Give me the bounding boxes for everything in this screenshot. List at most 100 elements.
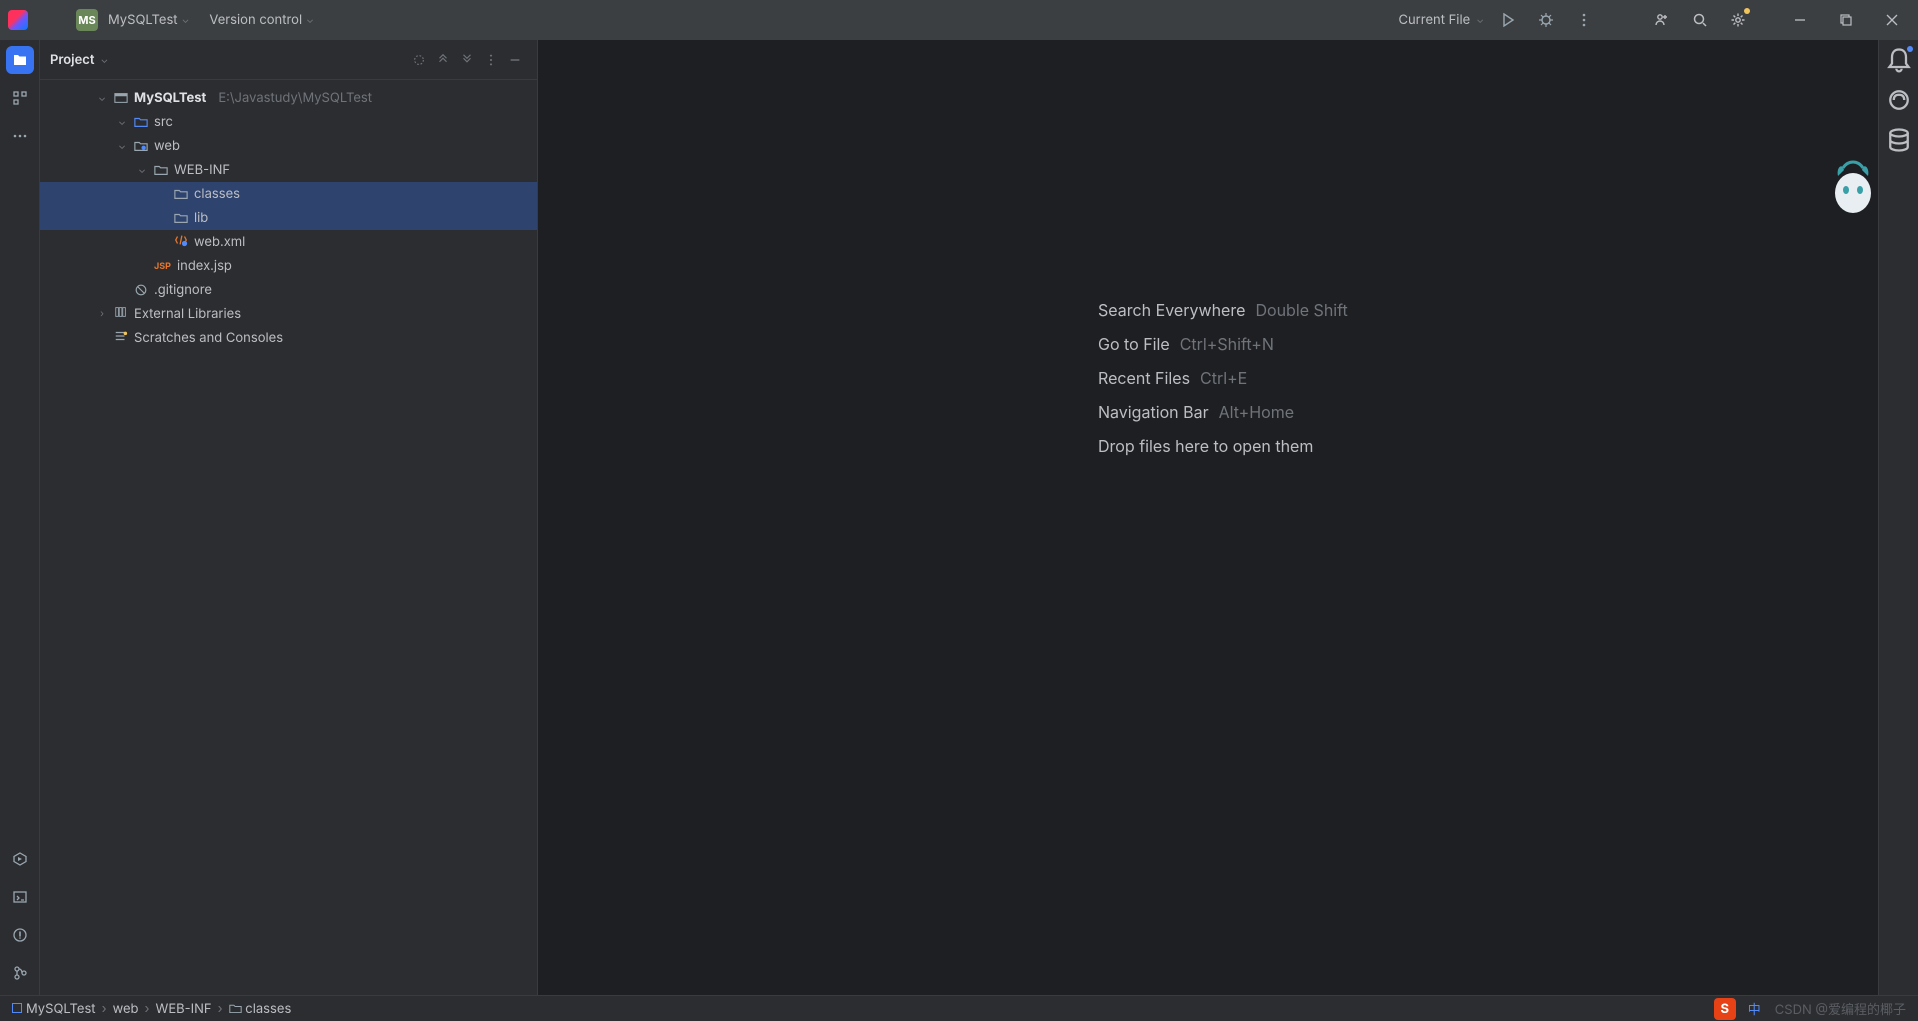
breadcrumb-separator-icon: › (102, 1001, 107, 1017)
hint-shortcut: Ctrl+Shift+N (1180, 334, 1274, 354)
hint-shortcut: Double Shift (1255, 300, 1347, 320)
tree-node-webxml[interactable]: ⌄ web.xml (40, 230, 537, 254)
chevron-down-icon: ⌄ (182, 14, 190, 26)
select-opened-file-button[interactable] (407, 48, 431, 72)
tree-node-classes[interactable]: ⌄ classes (40, 182, 537, 206)
hint-action: Navigation Bar (1098, 402, 1209, 422)
main-menu-button[interactable] (38, 6, 66, 34)
hint-action: Go to File (1098, 334, 1170, 354)
tree-node-gitignore[interactable]: ⌄ .gitignore (40, 278, 537, 302)
vcs-selector[interactable]: Version control ⌄ (209, 12, 314, 28)
library-icon (114, 305, 128, 323)
chevron-down-icon[interactable]: ⌄ (116, 116, 128, 128)
breadcrumb-item[interactable]: web (113, 1001, 139, 1017)
tree-node-external-libs[interactable]: › External Libraries (40, 302, 537, 326)
ai-assistant-button[interactable] (1885, 86, 1913, 114)
chevron-down-icon[interactable]: ⌄ (96, 92, 108, 104)
terminal-tool-button[interactable] (6, 883, 34, 911)
breadcrumb-module[interactable]: MySQLTest (12, 1001, 96, 1017)
tree-node-label: .gitignore (154, 282, 212, 298)
mascot-overlay-icon (1828, 158, 1878, 218)
editor-area[interactable]: Search EverywhereDouble Shift Go to File… (538, 40, 1878, 995)
folder-icon (134, 139, 148, 153)
tree-node-label: web.xml (194, 234, 245, 250)
tree-node-label: MySQLTest (134, 90, 206, 106)
collapse-all-button[interactable] (455, 48, 479, 72)
breadcrumb-item[interactable]: WEB-INF (156, 1001, 212, 1017)
project-panel-title: Project (50, 52, 94, 68)
project-badge-icon: MS (76, 9, 98, 31)
left-tool-strip (0, 40, 40, 995)
run-config-selector[interactable]: Current File ⌄ (1399, 12, 1485, 28)
project-panel-header: Project ⌄ (40, 40, 537, 80)
window-minimize-button[interactable] (1782, 6, 1818, 34)
settings-button[interactable] (1724, 6, 1752, 34)
tree-node-label: Scratches and Consoles (134, 330, 283, 346)
more-tools-button[interactable] (6, 122, 34, 150)
notifications-button[interactable] (1885, 46, 1913, 74)
project-selector[interactable]: MySQLTest ⌄ (108, 12, 189, 28)
hint-shortcut: Ctrl+E (1200, 368, 1247, 388)
window-close-button[interactable] (1874, 6, 1910, 34)
folder-icon (154, 163, 168, 177)
services-tool-button[interactable] (6, 845, 34, 873)
folder-icon (229, 1001, 242, 1017)
welcome-hints: Search EverywhereDouble Shift Go to File… (1098, 300, 1348, 456)
chevron-down-icon: ⌄ (1476, 14, 1484, 26)
breadcrumb-item[interactable]: classes (229, 1001, 292, 1017)
problems-tool-button[interactable] (6, 921, 34, 949)
tree-node-label: classes (194, 186, 240, 202)
more-actions-button[interactable] (1570, 6, 1598, 34)
hint-text: Drop files here to open them (1098, 436, 1313, 456)
tree-node-label: web (154, 138, 180, 154)
ime-indicator-icon[interactable]: S (1714, 998, 1736, 1020)
tree-node-webinf[interactable]: ⌄ WEB-INF (40, 158, 537, 182)
watermark-text: CSDN @爱编程的椰子 (1775, 999, 1906, 1018)
tree-node-indexjsp[interactable]: ⌄ JSP index.jsp (40, 254, 537, 278)
tree-node-label: External Libraries (134, 306, 241, 322)
project-name-label: MySQLTest (108, 12, 178, 28)
ignore-file-icon (134, 283, 148, 297)
breadcrumb-label: classes (245, 1001, 291, 1017)
project-tool-button[interactable] (6, 46, 34, 74)
debug-button[interactable] (1532, 6, 1560, 34)
chevron-down-icon: ⌄ (306, 14, 314, 26)
structure-tool-button[interactable] (6, 84, 34, 112)
code-with-me-button[interactable] (1648, 6, 1676, 34)
tree-node-src[interactable]: ⌄ src (40, 110, 537, 134)
run-button[interactable] (1494, 6, 1522, 34)
window-maximize-button[interactable] (1828, 6, 1864, 34)
project-tree[interactable]: ⌄ MySQLTest E:\Javastudy\MySQLTest ⌄ src… (40, 80, 537, 356)
module-icon (114, 91, 128, 105)
panel-options-button[interactable] (479, 48, 503, 72)
chevron-down-icon[interactable]: ⌄ (100, 54, 108, 66)
ime-lang-label: 中 (1748, 999, 1761, 1018)
folder-icon (134, 115, 148, 129)
chevron-down-icon[interactable]: ⌄ (116, 140, 128, 152)
database-tool-button[interactable] (1885, 126, 1913, 154)
tree-node-path: E:\Javastudy\MySQLTest (218, 90, 372, 106)
tree-node-lib[interactable]: ⌄ lib (40, 206, 537, 230)
hint-shortcut: Alt+Home (1219, 402, 1294, 422)
tree-node-label: WEB-INF (174, 162, 230, 178)
vcs-label: Version control (209, 12, 302, 28)
vcs-tool-button[interactable] (6, 959, 34, 987)
hint-action: Recent Files (1098, 368, 1190, 388)
chevron-right-icon[interactable]: › (96, 308, 108, 320)
tree-node-label: lib (194, 210, 208, 226)
hide-panel-button[interactable] (503, 48, 527, 72)
folder-icon (174, 211, 188, 225)
xml-file-icon (174, 233, 188, 251)
tree-node-label: src (154, 114, 173, 130)
search-everywhere-button[interactable] (1686, 6, 1714, 34)
run-config-label: Current File (1399, 12, 1471, 28)
expand-all-button[interactable] (431, 48, 455, 72)
breadcrumb-separator-icon: › (218, 1001, 223, 1017)
chevron-down-icon[interactable]: ⌄ (136, 164, 148, 176)
tree-node-scratches[interactable]: ⌄ Scratches and Consoles (40, 326, 537, 350)
jsp-file-icon: JSP (154, 261, 171, 272)
tree-root[interactable]: ⌄ MySQLTest E:\Javastudy\MySQLTest (40, 86, 537, 110)
project-tool-window: Project ⌄ ⌄ MySQLTest E:\Javastudy\MySQL… (40, 40, 538, 995)
tree-node-web[interactable]: ⌄ web (40, 134, 537, 158)
navigation-bar: MySQLTest › web › WEB-INF › classes S 中 … (0, 995, 1918, 1021)
